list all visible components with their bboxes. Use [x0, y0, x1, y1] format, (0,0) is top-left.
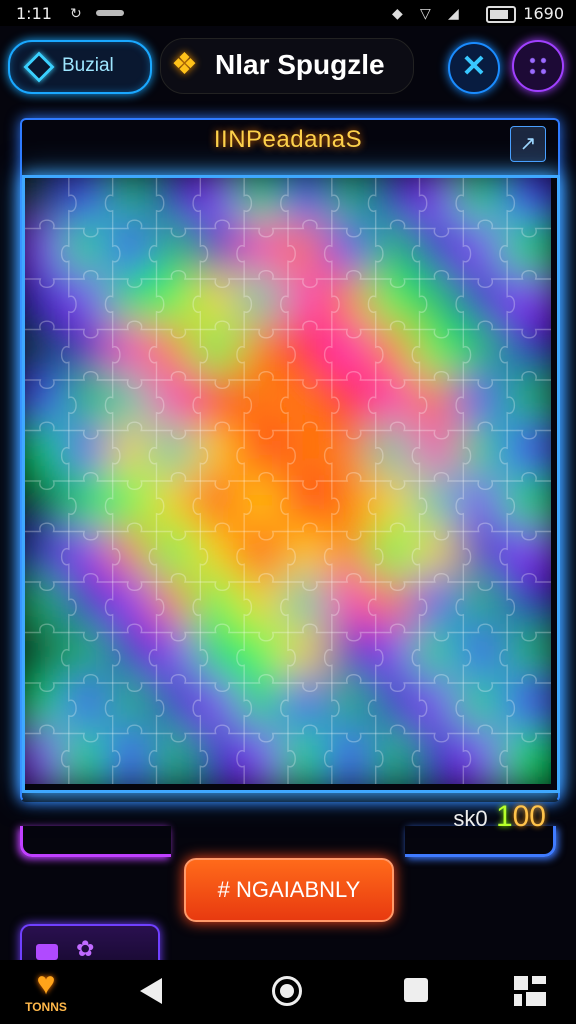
diamond-icon	[23, 51, 55, 83]
board-title: IINPeadanaS	[213, 126, 363, 153]
home-icon[interactable]	[272, 976, 302, 1006]
action-button[interactable]: # NGAIABNLY	[184, 858, 394, 922]
game-title: Nlar Spugzle	[215, 49, 385, 80]
pin-button[interactable]: ↗	[510, 126, 546, 162]
recent-apps-icon[interactable]	[404, 978, 428, 1002]
navigation-bar: ♥ TONNS	[0, 960, 576, 1024]
tutorial-button[interactable]: Buzial	[8, 40, 152, 94]
tutorial-label: Buzial	[62, 55, 114, 76]
frame-left-bracket	[20, 826, 171, 857]
score-label: sk0	[453, 806, 488, 831]
puzzle-piece-icon: ❖	[171, 48, 198, 81]
score-value-orange: 00	[512, 800, 546, 833]
puzzle-board[interactable]	[22, 175, 560, 793]
action-button-label: # NGAIABNLY	[217, 877, 361, 902]
title-banner: ❖ Nlar Spugzle	[160, 38, 414, 94]
tokens-button[interactable]: ♥ TONNS	[16, 966, 76, 1014]
tray-flower-icon: ✿	[76, 936, 95, 961]
heart-token-icon: ♥	[36, 965, 56, 1001]
alarm-icon: ◆	[392, 5, 403, 21]
tray-piece-icon	[36, 944, 58, 960]
pill-icon	[96, 10, 124, 16]
puzzle-piece[interactable]	[501, 727, 551, 785]
status-bar: 1:11 ↻ ◆ ▽ ◢ 1690	[0, 0, 576, 26]
signal-icon: ◢	[448, 5, 459, 21]
grid-icon	[527, 55, 549, 77]
status-clock-right: 1690	[523, 4, 564, 23]
puzzle-grid[interactable]	[25, 178, 551, 784]
score-value-green: 1	[495, 800, 513, 833]
pin-icon: ↗	[519, 133, 537, 155]
score-display: sk0 100	[453, 800, 546, 834]
back-icon[interactable]	[140, 978, 162, 1004]
tokens-label: TONNS	[25, 1000, 67, 1014]
sync-icon: ↻	[70, 5, 82, 21]
close-icon: ✕	[461, 50, 487, 83]
wifi-icon: ▽	[420, 5, 431, 21]
grid-menu-button[interactable]	[512, 40, 564, 92]
status-time: 1:11	[16, 4, 52, 23]
close-button[interactable]: ✕	[448, 42, 500, 94]
battery-icon	[486, 6, 516, 23]
puzzle-menu-icon[interactable]	[512, 974, 548, 1008]
